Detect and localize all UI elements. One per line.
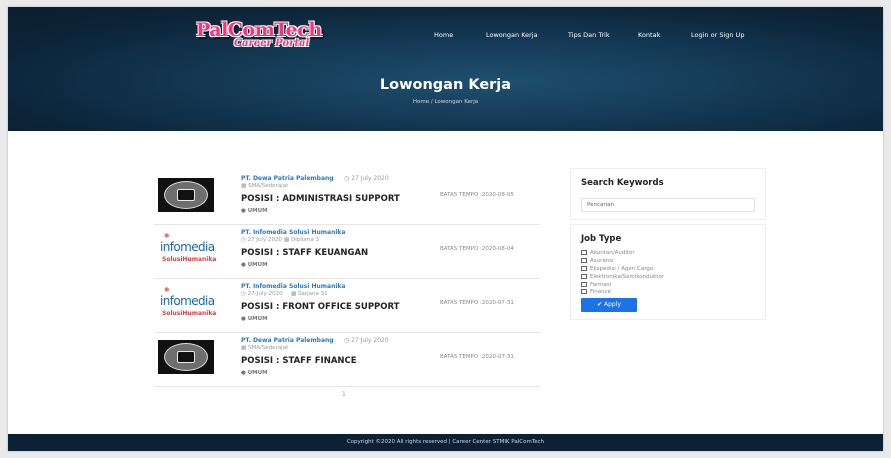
job-deadline: BATAS TEMPO :2020-08-05 xyxy=(440,192,514,198)
education-level: ▩ SMA/Sederajat xyxy=(241,183,289,189)
job-type-checkbox[interactable]: Elektronika/Semikonduktor xyxy=(581,274,664,280)
infomedia-tagline: SolusiHumanika xyxy=(162,310,217,317)
page-title: Lowongan Kerja xyxy=(379,77,512,93)
checkbox-box[interactable] xyxy=(581,266,587,271)
breadcrumb: Home / Lowongan Kerja xyxy=(412,99,479,105)
job-listing-item[interactable]: ❅ infomedia SolusiHumanika PT. Infomedia S… xyxy=(154,225,540,279)
checkbox-box[interactable] xyxy=(581,274,587,279)
job-category-text: UMUM xyxy=(247,262,268,268)
job-deadline: BATAS TEMPO :2020-08-04 xyxy=(440,246,514,252)
dewa-patria-logo xyxy=(157,339,215,375)
job-type-label: Finance xyxy=(590,289,612,295)
job-position[interactable]: POSISI : ADMINISTRASI SUPPORT xyxy=(241,194,400,204)
footer: Copyright ©2020 All rights reserved | Ca… xyxy=(8,434,883,451)
nav-login-signup[interactable]: Login or Sign Up xyxy=(691,31,744,39)
job-position[interactable]: POSISI : FRONT OFFICE SUPPORT xyxy=(241,302,399,312)
company-name[interactable]: PT. Infomedia Solusi Humanika xyxy=(241,283,345,290)
job-category-text: UMUM xyxy=(247,316,268,322)
nav-home[interactable]: Home xyxy=(434,31,453,39)
education-text: SMA/Sederajat xyxy=(247,345,289,351)
infomedia-wordmark: infomedia xyxy=(160,294,215,308)
job-type-label: Elektronika/Semikonduktor xyxy=(590,274,665,280)
search-keywords-panel: Search Keywords Pencarian xyxy=(570,168,766,220)
search-title: Search Keywords xyxy=(581,178,664,188)
infomedia-mark-icon: ❅ xyxy=(164,232,170,240)
checkbox-box[interactable] xyxy=(581,258,587,263)
palcomtech-logo[interactable]: PalComTech Career Portal xyxy=(196,19,342,53)
nav-tips-dan-trik[interactable]: Tips Dan Trik xyxy=(568,31,610,39)
nav-kontak[interactable]: Kontak xyxy=(638,31,660,39)
post-date: ◷ 27-July-2020 xyxy=(241,291,283,297)
post-date-text: 27 July 2020 xyxy=(351,337,389,344)
dewa-patria-logo xyxy=(157,177,215,213)
job-type-panel: Job Type Akuntan/Auditor Asuransi Eksped… xyxy=(570,224,766,320)
education-text: Diploma 3 xyxy=(290,237,320,243)
company-name[interactable]: PT. Dewa Patria Palembang xyxy=(241,337,334,344)
job-listing-item[interactable]: PT. Dewa Patria Palembang ◷ 27 July 2020… xyxy=(154,333,540,387)
logo-subtext: Career Portal xyxy=(234,38,310,49)
job-type-label: Asuransi xyxy=(590,258,614,264)
apply-button[interactable]: ✔ Apply xyxy=(581,298,637,312)
post-date-text: 27 July 2020 xyxy=(351,175,389,182)
post-date-text: 27 July 2020 xyxy=(247,237,282,243)
job-category-text: UMUM xyxy=(247,208,268,214)
job-type-checkbox[interactable]: Akuntan/Auditor xyxy=(581,250,635,256)
job-type-checkbox[interactable]: Farmasi xyxy=(581,282,611,288)
checkbox-box[interactable] xyxy=(581,289,587,294)
post-date-text: 27-July-2020 xyxy=(247,291,283,297)
search-input[interactable]: Pencarian xyxy=(581,198,755,212)
job-type-title: Job Type xyxy=(581,234,622,244)
post-date: ◷ 27 July 2020 xyxy=(344,337,389,344)
job-position[interactable]: POSISI : STAFF FINANCE xyxy=(241,356,357,366)
education-level: ▩ Diploma 3 xyxy=(284,237,320,243)
hero-banner: PalComTech Career Portal Home Lowongan K… xyxy=(8,7,883,131)
post-date: ◷ 27 July 2020 xyxy=(241,237,282,243)
post-date: ◷ 27 July 2020 xyxy=(344,175,389,182)
job-category-text: UMUM xyxy=(247,370,268,376)
job-listing-item[interactable]: PT. Dewa Patria Palembang ◷ 27 July 2020… xyxy=(154,171,540,225)
education-text: SMA/Sederajat xyxy=(247,183,289,189)
checkbox-box[interactable] xyxy=(581,282,587,287)
job-type-label: Farmasi xyxy=(590,282,612,288)
job-type-checkbox[interactable]: Finance xyxy=(581,289,611,295)
infomedia-wordmark: infomedia xyxy=(160,240,215,254)
company-name[interactable]: PT. Dewa Patria Palembang xyxy=(241,175,334,182)
nav-lowongan-kerja[interactable]: Lowongan Kerja xyxy=(486,31,538,39)
checkbox-box[interactable] xyxy=(581,250,587,255)
infomedia-logo: ❅ infomedia SolusiHumanika xyxy=(157,231,217,267)
education-level: ▩ SMA/Sederajat xyxy=(241,345,289,351)
job-deadline: BATAS TEMPO :2020-07-31 xyxy=(440,354,514,360)
education-text: Sarjana S1 xyxy=(297,291,328,297)
job-category: ● UMUM xyxy=(241,208,268,214)
pagination-page[interactable]: 1 xyxy=(342,391,346,398)
job-category: ● UMUM xyxy=(241,316,268,322)
education-level: ▩ Sarjana S1 xyxy=(291,291,328,297)
infomedia-mark-icon: ❅ xyxy=(164,286,170,294)
job-deadline: BATAS TEMPO :2020-07-31 xyxy=(440,300,514,306)
job-type-label: Akuntan/Auditor xyxy=(590,250,635,256)
job-position[interactable]: POSISI : STAFF KEUANGAN xyxy=(241,248,368,258)
job-type-checkbox[interactable]: Ekspedisi / Agen Cargo xyxy=(581,266,653,272)
job-type-checkbox[interactable]: Asuransi xyxy=(581,258,614,264)
job-listing-item[interactable]: ❅ infomedia SolusiHumanika PT. Infomedia S… xyxy=(154,279,540,333)
job-type-label: Ekspedisi / Agen Cargo xyxy=(590,266,654,272)
infomedia-logo: ❅ infomedia SolusiHumanika xyxy=(157,285,217,321)
browser-frame: PalComTech Career Portal Home Lowongan K… xyxy=(8,7,883,451)
job-category: ● UMUM xyxy=(241,370,268,376)
company-name[interactable]: PT. Infomedia Solusi Humanika xyxy=(241,229,345,236)
infomedia-tagline: SolusiHumanika xyxy=(162,256,217,263)
job-category: ● UMUM xyxy=(241,262,268,268)
